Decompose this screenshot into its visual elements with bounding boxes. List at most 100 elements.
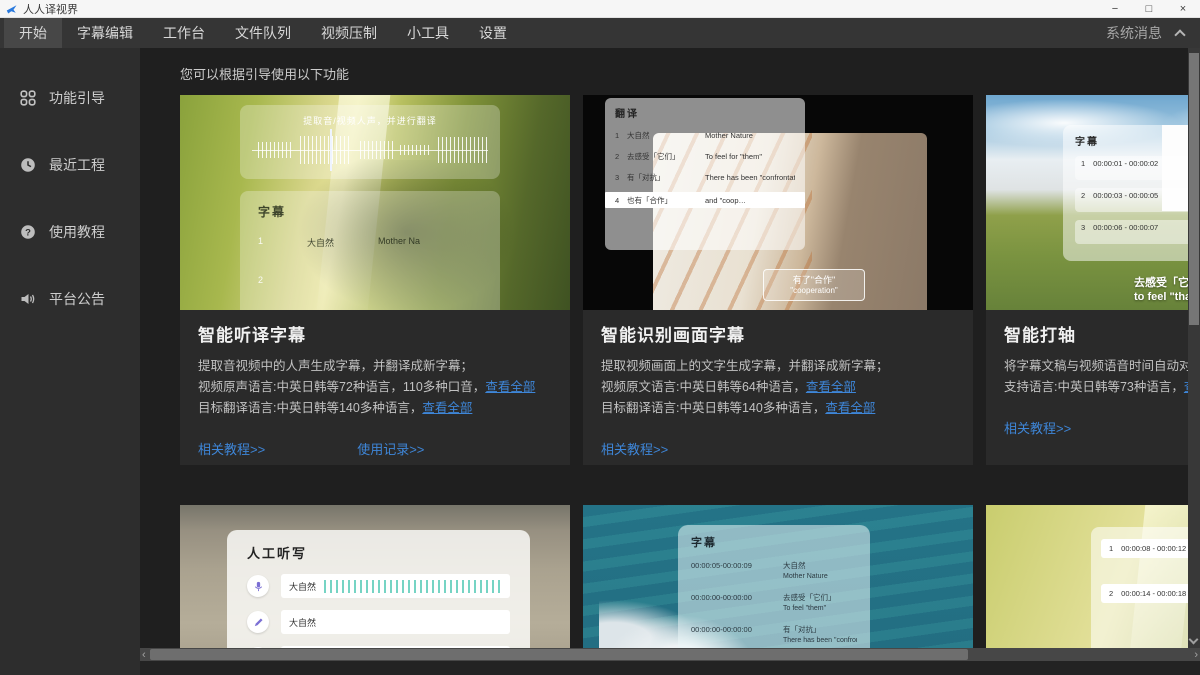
card-links-row: 相关教程>> 使用记录>> bbox=[198, 439, 552, 458]
tab-file-queue[interactable]: 文件队列 bbox=[220, 18, 306, 48]
card-description-line: 视频原文语言:中英日韩等64种语言，查看全部 bbox=[601, 380, 856, 394]
card-ocr-subtitles: 翻译 1 大自然 Mother Nature 2 去感受「它们」 To feel… bbox=[583, 95, 973, 465]
card-description-line: 目标翻译语言:中英日韩等140多种语言，查看全部 bbox=[198, 401, 473, 415]
subtitle-zh: 去感受「它 bbox=[1134, 277, 1189, 289]
menu-bar: 开始 字幕编辑 工作台 文件队列 视频压制 小工具 设置 系统消息 bbox=[0, 18, 1200, 48]
window-title: 人人译视界 bbox=[23, 3, 78, 16]
timing-row: 3 00:00:06 - 00:00:07 有「对There bbox=[1075, 220, 1200, 244]
tab-tools[interactable]: 小工具 bbox=[392, 18, 464, 48]
translation-panel: 翻译 1 大自然 Mother Nature 2 去感受「它们」 To feel… bbox=[605, 98, 805, 250]
tab-video-encode[interactable]: 视频压制 bbox=[306, 18, 392, 48]
card-auto-align: 字幕 1 00:00:01 - 00:00:02 大自然Mother 2 00:… bbox=[986, 95, 1200, 465]
burned-subtitle: 去感受「它 to feel "tha bbox=[1134, 276, 1191, 304]
strip-text: 大自然 bbox=[289, 581, 317, 592]
teal-waveform bbox=[324, 579, 502, 593]
tutorial-link[interactable]: 相关教程>> bbox=[1004, 418, 1071, 437]
pencil-icon bbox=[247, 611, 269, 633]
subtitle-row: 00:00:05-00:00:09 大自然 Mother Nature bbox=[691, 561, 828, 580]
bottom-padding-strip bbox=[140, 661, 1200, 675]
waveform-caption: 提取音/视频人声，并进行翻译 bbox=[303, 116, 437, 126]
card-listen-translate: 提取音/视频人声，并进行翻译 字幕 1 大自然 Mother Na 2 智能听译… bbox=[180, 95, 570, 465]
sidebar-item-feature-guide[interactable]: 功能引导 bbox=[0, 78, 140, 118]
scroll-down-icon[interactable] bbox=[1188, 634, 1199, 645]
panel-title: 字幕 bbox=[691, 537, 717, 549]
horizontal-scrollbar-thumb[interactable] bbox=[150, 649, 968, 660]
system-message-label: 系统消息 bbox=[1106, 25, 1162, 41]
sidebar-item-label: 功能引导 bbox=[49, 90, 105, 106]
sidebar: 功能引导 最近工程 ? 使用教程 平台公告 bbox=[0, 48, 140, 675]
translation-row: 1 大自然 Mother Nature bbox=[615, 130, 753, 140]
card-description-line: 目标翻译语言:中英日韩等140多种语言，查看全部 bbox=[601, 401, 876, 415]
playhead-cursor bbox=[329, 129, 332, 171]
subtitle-en: Mother Na bbox=[378, 236, 421, 246]
translation-row-selected: 4 也有「合作」 and "coop… bbox=[605, 192, 805, 208]
tutorial-link[interactable]: 相关教程>> bbox=[601, 439, 668, 458]
ocr-preview-image: 翻译 1 大自然 Mother Nature 2 去感受「它们」 To feel… bbox=[583, 95, 973, 310]
grid-icon bbox=[19, 90, 36, 107]
row-number: 1 bbox=[258, 236, 264, 246]
tab-home[interactable]: 开始 bbox=[4, 18, 62, 48]
card-description-line: 提取视频画面上的文字生成字幕，并翻译成新字幕； bbox=[601, 359, 889, 373]
horizontal-scrollbar[interactable]: ‹ › bbox=[140, 648, 1200, 661]
subtitle-timing-panel: 字幕 1 00:00:01 - 00:00:02 大自然Mother 2 00:… bbox=[1063, 125, 1200, 261]
dictation-row: 大自然 bbox=[247, 610, 510, 634]
text-input-strip[interactable]: 大自然 bbox=[281, 610, 510, 634]
subtitle-en: "cooperation" bbox=[790, 286, 838, 295]
view-all-link[interactable]: 查看全部 bbox=[485, 380, 535, 394]
vertical-scrollbar-thumb[interactable] bbox=[1189, 53, 1199, 325]
translation-row: 2 去感受「它们」 To feel for "them" bbox=[615, 151, 763, 161]
view-all-link[interactable]: 查看全部 bbox=[422, 401, 472, 415]
system-message-button[interactable]: 系统消息 bbox=[1106, 18, 1200, 48]
help-icon: ? bbox=[19, 224, 36, 241]
speaker-icon bbox=[19, 291, 36, 308]
card-text-block: 智能识别画面字幕 提取视频画面上的文字生成字幕，并翻译成新字幕； 视频原文语言:… bbox=[583, 310, 973, 458]
waveform-panel: 提取音/视频人声，并进行翻译 bbox=[240, 105, 500, 179]
view-all-link[interactable]: 查看全部 bbox=[825, 401, 875, 415]
subtitle-zh: 大自然 bbox=[783, 561, 806, 570]
view-all-link[interactable]: 查看全部 bbox=[806, 380, 856, 394]
minimize-button[interactable]: − bbox=[1098, 0, 1132, 17]
usage-history-link[interactable]: 使用记录>> bbox=[357, 439, 424, 458]
close-button[interactable]: × bbox=[1166, 0, 1200, 17]
card-description-line: 支持语言:中英日韩等73种语言，查看全部 bbox=[1004, 377, 1200, 398]
card-description-line: 将字幕文稿与视频语音时间自动对齐， bbox=[1004, 359, 1200, 373]
scroll-right-icon[interactable]: › bbox=[1194, 648, 1198, 661]
panel-title: 人工听写 bbox=[247, 546, 308, 561]
vertical-scrollbar[interactable] bbox=[1188, 48, 1200, 648]
translation-row: 3 有「对抗」 There has been "confrontation" bbox=[615, 172, 795, 182]
card-links-row: 相关教程>> bbox=[1004, 418, 1200, 437]
app-identity: 人人译视界 bbox=[0, 1, 78, 17]
window-controls: − □ × bbox=[1098, 0, 1200, 17]
card-text-block: 智能打轴 将字幕文稿与视频语音时间自动对齐， 支持语言:中英日韩等73种语言，查… bbox=[986, 310, 1200, 437]
subtitle-panel: 字幕 1 大自然 Mother Na 2 bbox=[240, 191, 500, 310]
title-bar: 人人译视界 − □ × bbox=[0, 0, 1200, 18]
panel-title: 字幕 bbox=[1075, 137, 1099, 148]
card-row-top: 提取音/视频人声，并进行翻译 字幕 1 大自然 Mother Na 2 智能听译… bbox=[180, 95, 1200, 465]
sidebar-item-tutorial[interactable]: ? 使用教程 bbox=[0, 212, 140, 252]
card-links-row: 相关教程>> bbox=[601, 439, 955, 458]
maximize-button[interactable]: □ bbox=[1132, 0, 1166, 17]
subtitle-row: 00:00:00-00:00:00 去感受「它们」 To feel "them" bbox=[691, 593, 836, 612]
tutorial-link[interactable]: 相关教程>> bbox=[198, 439, 265, 458]
scroll-left-icon[interactable]: ‹ bbox=[142, 648, 146, 661]
audio-waveform bbox=[252, 129, 488, 171]
sidebar-item-label: 最近工程 bbox=[49, 157, 105, 173]
chevron-up-icon[interactable] bbox=[1174, 29, 1186, 41]
card-title: 智能打轴 bbox=[1004, 326, 1076, 345]
sidebar-item-recent-projects[interactable]: 最近工程 bbox=[0, 145, 140, 185]
menu-tabs: 开始 字幕编辑 工作台 文件队列 视频压制 小工具 设置 bbox=[0, 18, 522, 48]
dictation-row: 大自然 bbox=[247, 574, 510, 598]
main-content: 您可以根据引导使用以下功能 提取音/视频人声，并进行翻译 字幕 1 大自然 Mo… bbox=[140, 48, 1200, 675]
sidebar-item-announcements[interactable]: 平台公告 bbox=[0, 279, 140, 319]
tab-workbench[interactable]: 工作台 bbox=[148, 18, 220, 48]
subtitle-zh: 有了"合作" bbox=[792, 275, 836, 285]
microphone-icon bbox=[247, 575, 269, 597]
tab-subtitle-edit[interactable]: 字幕编辑 bbox=[62, 18, 148, 48]
subtitle-zh: 有「对抗」 bbox=[783, 625, 821, 634]
card-row-bottom: 人工听写 大自然 大自然 字幕 00:00:05-00:00:09 大自然 Mo… bbox=[180, 505, 1200, 675]
page-heading: 您可以根据引导使用以下功能 bbox=[180, 67, 350, 82]
sidebar-item-label: 使用教程 bbox=[49, 224, 105, 240]
tab-settings[interactable]: 设置 bbox=[464, 18, 522, 48]
subtitle-en: To feel "them" bbox=[783, 605, 827, 612]
subtitle-en: There has been "confrontation" bbox=[783, 637, 857, 644]
